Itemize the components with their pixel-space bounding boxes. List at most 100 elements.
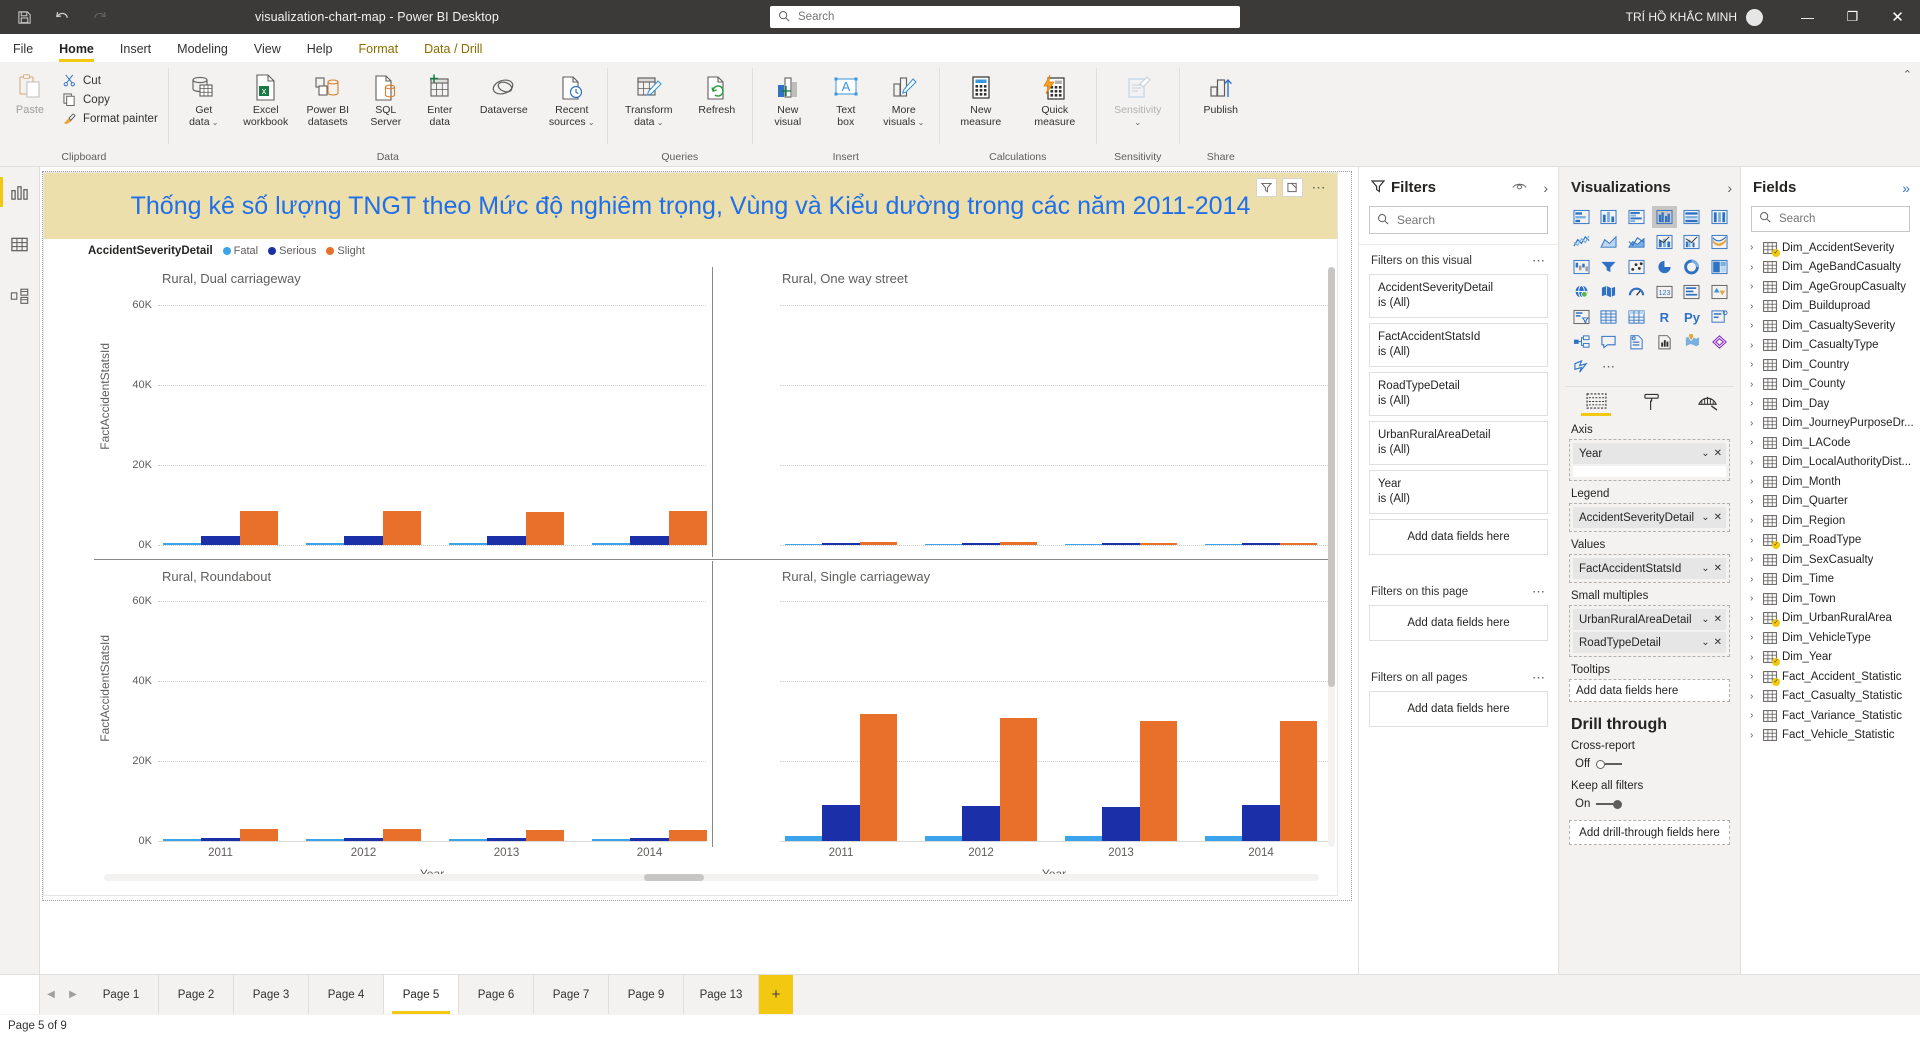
report-canvas[interactable]: Thống kê số lượng TNGT theo Mức độ nghiê… [42, 171, 1352, 901]
menu-item-format[interactable]: Format [345, 38, 412, 62]
copy-button[interactable]: Copy [56, 90, 164, 109]
r-script-visual-icon[interactable]: R [1652, 306, 1677, 328]
sidebar-item-data-view[interactable] [7, 231, 33, 257]
smart-narrative-icon[interactable] [1624, 331, 1649, 353]
chevron-right-icon[interactable]: › [1750, 242, 1758, 253]
more-visuals-ellipsis-icon[interactable]: ⋯ [1597, 356, 1622, 378]
chevron-right-icon[interactable]: › [1750, 515, 1758, 526]
chevron-right-icon[interactable]: › [1750, 593, 1758, 604]
filter-card[interactable]: Year is (All) [1369, 470, 1548, 514]
minimize-button[interactable]: — [1785, 0, 1830, 34]
100-stacked-column-chart-icon[interactable] [1707, 206, 1732, 228]
pie-chart-icon[interactable] [1652, 256, 1677, 278]
filters-dropzone-visual[interactable]: Add data fields here [1369, 519, 1548, 555]
chevron-right-icon[interactable]: › [1750, 691, 1758, 702]
analytics-tab[interactable] [1693, 393, 1723, 417]
chevron-right-icon[interactable]: › [1750, 359, 1758, 370]
field-table-row[interactable]: › Dim_County [1741, 375, 1920, 395]
page-tab-1[interactable]: Page 1 [84, 975, 159, 1014]
python-visual-icon[interactable]: Py [1680, 306, 1705, 328]
slicer-icon[interactable] [1569, 306, 1594, 328]
chevron-right-icon[interactable]: › [1727, 180, 1732, 196]
table-icon[interactable] [1597, 306, 1622, 328]
menu-item-help[interactable]: Help [294, 38, 346, 62]
card-icon[interactable]: 123 [1652, 281, 1677, 303]
sql-server-button[interactable]: SQL Server [359, 67, 413, 128]
fields-tab[interactable] [1581, 393, 1611, 417]
chevron-down-icon[interactable]: ⌄ [1697, 448, 1709, 459]
filter-card[interactable]: FactAccidentStatsId is (All) [1369, 323, 1548, 367]
well-values[interactable]: FactAccidentStatsId ⌄ ✕ [1569, 554, 1730, 583]
maximize-button[interactable]: ❐ [1830, 0, 1875, 34]
field-table-row[interactable]: › Dim_VehicleType [1741, 628, 1920, 648]
fields-search[interactable] [1751, 206, 1910, 232]
well-legend[interactable]: AccidentSeverityDetail ⌄ ✕ [1569, 503, 1730, 532]
page-tab-6[interactable]: Page 6 [459, 975, 534, 1014]
visual-vertical-scrollbar[interactable] [1328, 267, 1335, 847]
well-field-chip[interactable]: RoadTypeDetail ⌄ ✕ [1573, 632, 1726, 653]
field-table-row[interactable]: › Dim_CasualtyType [1741, 336, 1920, 356]
field-table-row[interactable]: › Fact_Vehicle_Statistic [1741, 726, 1920, 746]
page-tab-2[interactable]: Page 2 [159, 975, 234, 1014]
field-table-row[interactable]: › ✓ Dim_AccidentSeverity [1741, 238, 1920, 258]
menu-item-insert[interactable]: Insert [107, 38, 164, 62]
chevron-right-icon[interactable]: › [1750, 379, 1758, 390]
page-tab-7[interactable]: Page 7 [534, 975, 609, 1014]
remove-field-icon[interactable]: ✕ [1710, 614, 1722, 625]
dataverse-button[interactable]: Dataverse [467, 67, 541, 117]
page-tab-4[interactable]: Page 4 [309, 975, 384, 1014]
chevron-down-icon[interactable]: ⌄ [1697, 512, 1709, 523]
chevron-right-icon[interactable]: › [1750, 652, 1758, 663]
page-tab-3[interactable]: Page 3 [234, 975, 309, 1014]
transform-data-button[interactable]: Transform data ⌄ [612, 67, 686, 128]
text-box-button[interactable]: A Text box [819, 67, 873, 128]
chevron-right-icon[interactable]: › [1750, 671, 1758, 682]
filter-card[interactable]: AccidentSeverityDetail is (All) [1369, 274, 1548, 318]
filled-map-icon[interactable] [1597, 281, 1622, 303]
hide-filters-icon[interactable] [1512, 180, 1527, 195]
chevron-down-icon[interactable]: ⌄ [1697, 614, 1709, 625]
remove-field-icon[interactable]: ✕ [1710, 637, 1722, 648]
get-data-button[interactable]: Get data ⌄ [173, 67, 235, 128]
kpi-icon[interactable] [1707, 281, 1732, 303]
more-options-icon[interactable]: ⋯ [1532, 670, 1546, 686]
filter-card[interactable]: RoadTypeDetail is (All) [1369, 372, 1548, 416]
publish-button[interactable]: Publish [1184, 67, 1258, 117]
filter-icon[interactable] [1256, 178, 1277, 197]
more-options-icon[interactable]: ⋯ [1308, 178, 1329, 197]
field-table-row[interactable]: › Dim_AgeBandCasualty [1741, 258, 1920, 278]
arcgis-maps-icon[interactable] [1680, 331, 1705, 353]
chevron-left-icon[interactable]: ◀ [40, 975, 62, 1014]
cut-button[interactable]: Cut [56, 71, 164, 90]
sensitivity-button[interactable]: Sensitivity ⌄ [1101, 67, 1175, 128]
well-small-multiples[interactable]: UrbanRuralAreaDetail ⌄ ✕ RoadTypeDetail … [1569, 605, 1730, 657]
menu-item-file[interactable]: File [0, 38, 46, 62]
scatter-chart-icon[interactable] [1624, 256, 1649, 278]
matrix-icon[interactable] [1624, 306, 1649, 328]
well-tooltips-dropzone[interactable]: Add data fields here [1569, 679, 1730, 702]
100-stacked-bar-chart-icon[interactable] [1680, 206, 1705, 228]
chevron-down-icon[interactable]: ⌄ [1697, 637, 1709, 648]
close-button[interactable]: ✕ [1875, 0, 1920, 34]
decomposition-tree-icon[interactable] [1569, 331, 1594, 353]
chevron-right-icon[interactable]: › [1750, 535, 1758, 546]
chevron-right-icon[interactable]: › [1750, 730, 1758, 741]
chevron-right-icon[interactable]: › [1750, 632, 1758, 643]
multi-row-card-icon[interactable] [1680, 281, 1705, 303]
field-table-row[interactable]: › Dim_Quarter [1741, 492, 1920, 512]
field-table-row[interactable]: › ✓ Dim_Year [1741, 648, 1920, 668]
chevron-right-icon[interactable]: › [1750, 281, 1758, 292]
funnel-chart-icon[interactable] [1597, 256, 1622, 278]
focus-mode-icon[interactable] [1282, 178, 1303, 197]
area-chart-icon[interactable] [1597, 231, 1622, 253]
field-table-row[interactable]: › Fact_Casualty_Statistic [1741, 687, 1920, 707]
line-chart-icon[interactable] [1569, 231, 1594, 253]
field-table-row[interactable]: › Dim_SexCasualty [1741, 550, 1920, 570]
well-field-chip[interactable]: UrbanRuralAreaDetail ⌄ ✕ [1573, 609, 1726, 630]
cross-report-toggle[interactable] [1596, 759, 1623, 770]
field-table-row[interactable]: › Dim_Town [1741, 589, 1920, 609]
format-tab[interactable] [1637, 393, 1667, 417]
double-chevron-right-icon[interactable]: » [1902, 180, 1910, 196]
power-apps-icon[interactable] [1707, 331, 1732, 353]
sidebar-item-model-view[interactable] [7, 283, 33, 309]
